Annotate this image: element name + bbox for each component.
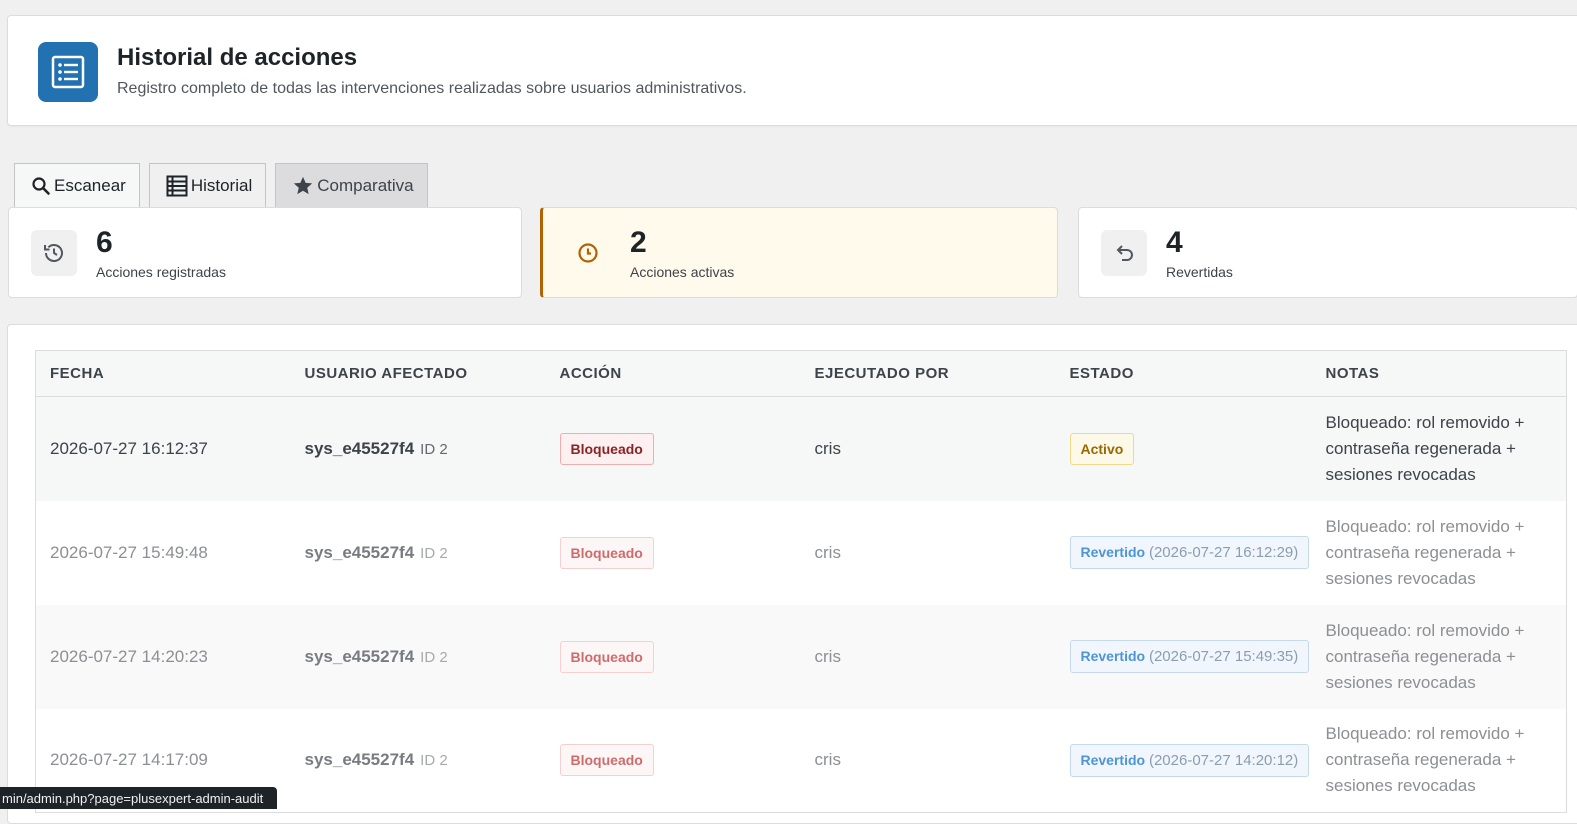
action-badge: Bloqueado [559,432,654,465]
history-table: FECHA USUARIO AFECTADO ACCIÓN EJECUTADO … [35,350,1567,813]
stat-card-registradas: 6 Acciones registradas [8,207,522,298]
cell-accion: Bloqueado [546,709,801,813]
status-date: (2026-07-27 15:49:35) [1148,648,1299,665]
cell-accion: Bloqueado [546,605,801,709]
cell-usuario: sys_e45527f4 ID 2 [291,605,546,709]
cell-accion: Bloqueado [546,501,801,605]
status-badge: Revertido (2026-07-27 16:12:29) [1069,536,1310,569]
list-icon [38,42,98,102]
cell-accion: Bloqueado [546,397,801,501]
cell-ejecutado: cris [814,542,841,562]
cell-usuario: sys_e45527f4 ID 2 [291,397,546,501]
page-header: Historial de acciones Registro completo … [7,15,1577,126]
status-label: Revertido [1080,544,1146,560]
table-icon [166,175,188,197]
cell-estado: Activo [1056,397,1312,501]
status-badge: Revertido (2026-07-27 14:20:12) [1069,743,1310,777]
status-badge: Activo [1069,432,1135,465]
tab-label: Comparativa [317,175,414,195]
table-header-row: FECHA USUARIO AFECTADO ACCIÓN EJECUTADO … [35,350,1567,397]
cell-ejecutado: cris [814,438,841,458]
table-row: 2026-07-27 16:12:37 sys_e45527f4 ID 2 Blo… [35,396,1567,501]
page-subtitle: Registro completo de todas las intervenc… [117,80,747,97]
stat-label: Acciones registradas [96,264,226,280]
table-row: 2026-07-27 15:49:48 sys_e45527f4 ID 2 Blo… [36,501,1567,605]
cell-notas: Bloqueado: rol removido + contraseña reg… [1325,724,1525,796]
username[interactable]: sys_e45527f4 [305,647,415,666]
stat-card-activas: 2 Acciones activas [540,207,1058,298]
column-header-usuario[interactable]: USUARIO AFECTADO [290,350,546,397]
page-title: Historial de acciones [117,44,358,71]
user-id: ID 2 [420,752,448,770]
tab-label: Escanear [54,175,126,195]
cell-fecha: 2026-07-27 14:20:23 [50,646,208,666]
cell-fecha: 2026-07-27 16:12:37 [50,438,208,458]
tab-bar: Escanear Historial Comparativa [14,163,428,207]
cell-notas: Bloqueado: rol removido + contraseña reg… [1325,516,1525,588]
history-table-card: FECHA USUARIO AFECTADO ACCIÓN EJECUTADO … [7,324,1577,824]
username[interactable]: sys_e45527f4 [305,543,415,562]
tab-comparativa[interactable]: Comparativa [275,163,428,207]
tab-label: Historial [190,175,253,195]
star-icon [292,175,314,197]
cell-fecha: 2026-07-27 15:49:48 [50,542,208,562]
status-label: Revertido [1080,751,1146,768]
cell-notas: Bloqueado: rol removido + contraseña reg… [1325,412,1525,484]
cell-ejecutado: cris [814,750,841,770]
action-badge: Bloqueado [559,640,654,673]
stat-value: 2 [630,226,647,259]
clock-icon [565,230,611,276]
cell-ejecutado: cris [814,646,841,666]
column-header-fecha[interactable]: FECHA [35,350,291,397]
tab-historial[interactable]: Historial [148,163,267,207]
history-icon [31,230,77,276]
stat-label: Acciones activas [630,264,735,280]
user-id: ID 2 [420,544,448,562]
stat-value: 6 [96,226,113,259]
stat-card-revertidas: 4 Revertidas [1078,207,1577,298]
column-header-accion[interactable]: ACCIÓN [545,350,801,397]
cell-usuario: sys_e45527f4 ID 2 [291,709,546,813]
user-id: ID 2 [420,440,448,458]
cell-notas: Bloqueado: rol removido + contraseña reg… [1325,620,1525,692]
link-status-bar: min/admin.php?page=plusexpert-admin-audi… [0,787,278,809]
cell-usuario: sys_e45527f4 ID 2 [291,501,546,605]
username[interactable]: sys_e45527f4 [305,750,415,769]
stat-value: 4 [1166,226,1183,259]
status-badge: Revertido (2026-07-27 15:49:35) [1069,640,1310,673]
user-id: ID 2 [420,648,448,666]
tab-escanear[interactable]: Escanear [14,163,140,207]
status-date: (2026-07-27 14:20:12) [1148,751,1299,769]
status-date: (2026-07-27 16:12:29) [1148,544,1299,561]
stat-label: Revertidas [1166,264,1233,280]
status-label: Revertido [1080,648,1146,664]
cell-estado: Revertido (2026-07-27 14:20:12) [1056,709,1312,813]
cell-estado: Revertido (2026-07-27 15:49:35) [1056,605,1312,709]
search-icon [31,176,51,196]
cell-estado: Revertido (2026-07-27 16:12:29) [1056,501,1312,605]
action-badge: Bloqueado [559,536,654,569]
table-row: 2026-07-27 14:20:23 sys_e45527f4 ID 2 Blo… [35,604,1567,709]
undo-icon [1101,230,1147,276]
username[interactable]: sys_e45527f4 [305,439,415,458]
column-header-ejecutado[interactable]: EJECUTADO POR [800,350,1056,397]
column-header-estado[interactable]: ESTADO [1055,350,1312,397]
column-header-notas[interactable]: NOTAS [1311,350,1567,397]
action-badge: Bloqueado [559,744,654,777]
